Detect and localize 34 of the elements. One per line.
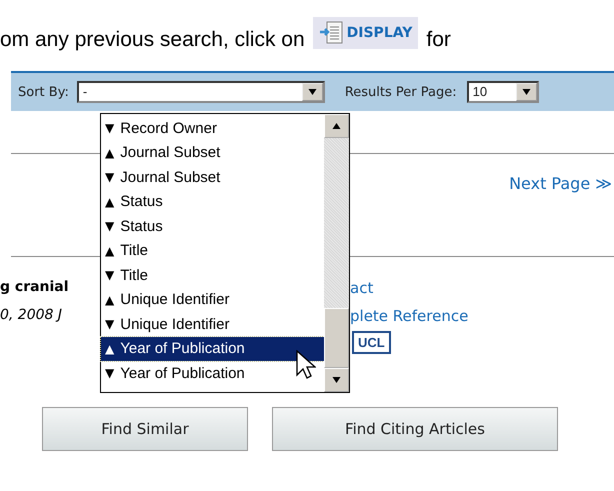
- sort-option[interactable]: ▼ Title: [101, 263, 324, 288]
- sort-option[interactable]: ▼ Record Owner: [101, 116, 324, 140]
- next-page-link[interactable]: Next Page ≫: [509, 174, 612, 193]
- sort-option[interactable]: ▼ Year of Publication: [101, 361, 324, 386]
- result-link[interactable]: act: [350, 279, 468, 297]
- scroll-down-icon: [332, 377, 341, 383]
- sort-option[interactable]: ▲ Unique Identifier: [101, 288, 324, 312]
- sort-option[interactable]: ▼ Status: [101, 214, 324, 238]
- sort-option[interactable]: ▼ Unique Identifier: [101, 312, 324, 336]
- sort-option[interactable]: ▲ Status: [101, 190, 324, 214]
- scroll-thumb[interactable]: [324, 308, 349, 368]
- sort-dropdown[interactable]: -: [76, 81, 325, 103]
- sort-option[interactable]: ▼ Journal Subset: [101, 165, 324, 190]
- sort-label: Sort By:: [18, 84, 69, 100]
- document-arrow-icon: [318, 21, 345, 45]
- sort-option[interactable]: ▲ Year of Publication: [101, 336, 324, 361]
- instruction-text: for: [426, 28, 451, 52]
- library-badge[interactable]: UCL: [352, 331, 391, 354]
- scrollbar[interactable]: [324, 114, 349, 392]
- results-per-page-dropdown[interactable]: 10: [466, 81, 539, 103]
- sort-option[interactable]: ▲ Title: [101, 238, 324, 263]
- dropdown-arrow-icon: [522, 89, 531, 95]
- instruction-text: om any previous search, click on: [0, 28, 305, 52]
- result-title: g cranial: [0, 279, 70, 295]
- result-link[interactable]: plete Reference: [350, 307, 468, 325]
- action-button[interactable]: Find Similar: [42, 407, 248, 451]
- action-button[interactable]: Find Citing Articles: [272, 407, 558, 451]
- scroll-up-icon: [332, 123, 341, 129]
- result-source: 0, 2008 J: [0, 307, 64, 323]
- mouse-pointer-icon: [296, 350, 316, 380]
- results-per-page-label: Results Per Page:: [344, 84, 457, 100]
- display-button[interactable]: DISPLAY: [312, 17, 418, 49]
- sort-option[interactable]: ▲ Journal Subset: [101, 140, 324, 165]
- dropdown-arrow-icon: [308, 89, 317, 95]
